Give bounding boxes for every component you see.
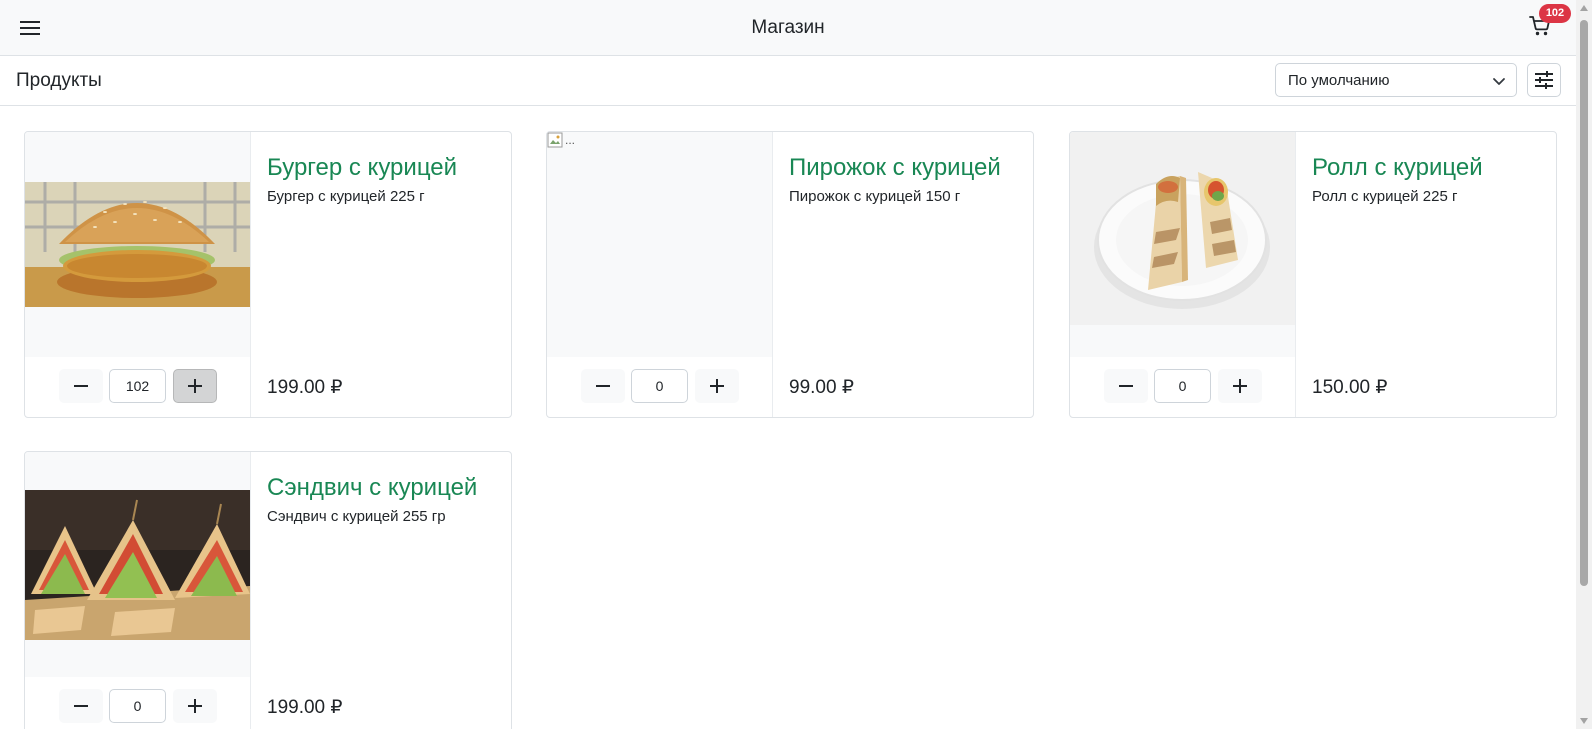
chevron-down-icon — [1493, 78, 1505, 85]
scroll-up-arrow-icon[interactable] — [1580, 5, 1588, 11]
page-scrollbar[interactable] — [1576, 0, 1592, 729]
quantity-input[interactable]: 0 — [109, 689, 166, 723]
products-toolbar: Продукты По умолчанию — [0, 56, 1576, 106]
app-title: Магазин — [751, 17, 825, 38]
minus-icon — [74, 705, 88, 707]
increase-quantity-button[interactable] — [1218, 369, 1262, 403]
increase-quantity-button[interactable] — [173, 689, 217, 723]
card-divider — [250, 452, 251, 729]
burger-image — [25, 182, 250, 307]
section-title: Продукты — [16, 70, 102, 91]
minus-icon — [1119, 385, 1133, 387]
card-divider — [1295, 132, 1296, 417]
scroll-down-arrow-icon[interactable] — [1580, 718, 1588, 724]
scrollbar-thumb[interactable] — [1580, 20, 1588, 586]
sandwich-image — [25, 490, 250, 640]
card-divider — [772, 132, 773, 417]
product-image-container — [25, 452, 250, 677]
product-image-container: ... — [547, 132, 772, 357]
quantity-input[interactable]: 0 — [1154, 369, 1211, 403]
product-price: 99.00 ₽ — [789, 377, 854, 398]
product-price: 150.00 ₽ — [1312, 377, 1388, 398]
product-description: Пирожок с курицей 150 г — [789, 188, 961, 205]
decrease-quantity-button[interactable] — [581, 369, 625, 403]
decrease-quantity-button[interactable] — [59, 689, 103, 723]
increase-quantity-button[interactable] — [173, 369, 217, 403]
roll-image — [1070, 132, 1295, 325]
filter-button[interactable] — [1527, 63, 1561, 97]
decrease-quantity-button[interactable] — [1104, 369, 1148, 403]
image-alt-text: ... — [565, 133, 576, 147]
product-price: 199.00 ₽ — [267, 697, 343, 718]
product-card: ... Пирожок с курицей Пирожок с курицей … — [546, 131, 1034, 418]
increase-quantity-button[interactable] — [695, 369, 739, 403]
broken-image-icon — [547, 132, 563, 148]
product-price: 199.00 ₽ — [267, 377, 343, 398]
app-header: Магазин 102 — [0, 0, 1576, 56]
cart-count-badge: 102 — [1539, 4, 1571, 23]
sort-select-value: По умолчанию — [1288, 72, 1390, 89]
sort-select[interactable]: По умолчанию — [1275, 63, 1517, 97]
product-card: Ролл с курицей Ролл с курицей 225 г 0 15… — [1069, 131, 1557, 418]
product-card: Сэндвич с курицей Сэндвич с курицей 255 … — [24, 451, 512, 729]
plus-icon — [710, 379, 724, 393]
product-name: Пирожок с курицей — [789, 154, 1001, 181]
product-image-container — [25, 132, 250, 357]
product-description: Бургер с курицей 225 г — [267, 188, 425, 205]
decrease-quantity-button[interactable] — [59, 369, 103, 403]
quantity-input[interactable]: 0 — [631, 369, 688, 403]
product-name: Ролл с курицей — [1312, 154, 1483, 181]
sliders-icon — [1535, 71, 1553, 89]
broken-image-placeholder: ... — [547, 132, 575, 148]
quantity-input[interactable]: 102 — [109, 369, 166, 403]
card-divider — [250, 132, 251, 417]
plus-icon — [1233, 379, 1247, 393]
product-description: Ролл с курицей 225 г — [1312, 188, 1458, 205]
product-description: Сэндвич с курицей 255 гр — [267, 508, 446, 525]
minus-icon — [596, 385, 610, 387]
product-image-container — [1070, 132, 1295, 357]
product-name: Сэндвич с курицей — [267, 474, 478, 501]
product-card: Бургер с курицей Бургер с курицей 225 г … — [24, 131, 512, 418]
plus-icon — [188, 699, 202, 713]
minus-icon — [74, 385, 88, 387]
product-name: Бургер с курицей — [267, 154, 458, 181]
plus-icon — [188, 379, 202, 393]
